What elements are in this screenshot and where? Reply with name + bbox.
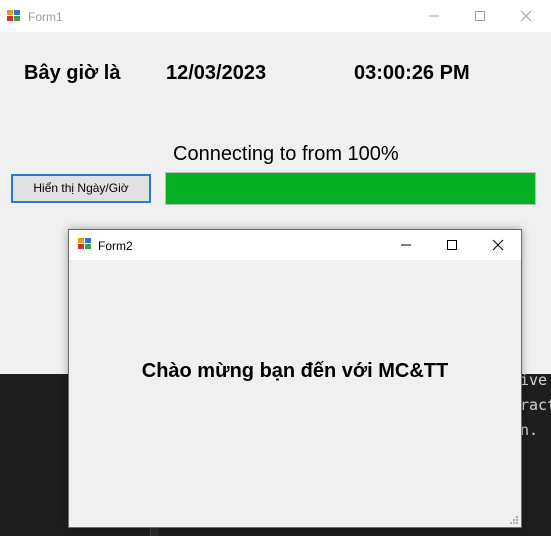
progress-bar — [165, 172, 536, 205]
form1-minimize-button[interactable] — [411, 1, 457, 31]
time-value: 03:00:26 PM — [354, 62, 470, 84]
form2-minimize-button[interactable] — [383, 230, 429, 260]
minimize-icon — [429, 15, 439, 17]
resize-grip-icon[interactable] — [509, 515, 519, 525]
app-icon — [78, 238, 92, 250]
now-label: Bây giờ là — [24, 62, 121, 84]
close-icon — [520, 10, 532, 22]
date-value: 12/03/2023 — [166, 62, 267, 84]
form2-title: Form2 — [98, 239, 133, 253]
maximize-icon — [447, 240, 457, 250]
close-icon — [492, 239, 504, 251]
form2-window: Form2 Chào mừng bạn đến với MC&TT — [68, 229, 522, 528]
app-icon — [7, 10, 21, 22]
form1-title: Form1 — [28, 10, 63, 24]
form1-titlebar[interactable]: Form1 — [0, 0, 551, 32]
form2-maximize-button[interactable] — [429, 230, 475, 260]
maximize-icon — [475, 11, 485, 21]
form1-close-button[interactable] — [503, 1, 549, 31]
minimize-icon — [401, 244, 411, 246]
welcome-message: Chào mừng bạn đến với MC&TT — [141, 360, 449, 382]
editor-code-text: ive ract n. — [520, 371, 551, 439]
connection-status-label: Connecting to from 100% — [173, 143, 399, 165]
form1-maximize-button[interactable] — [457, 1, 503, 31]
show-datetime-button[interactable]: Hiển thị Ngày/Giờ — [11, 174, 151, 203]
progress-bar-fill — [166, 173, 535, 204]
form2-close-button[interactable] — [475, 230, 521, 260]
form2-titlebar[interactable]: Form2 — [69, 230, 521, 260]
